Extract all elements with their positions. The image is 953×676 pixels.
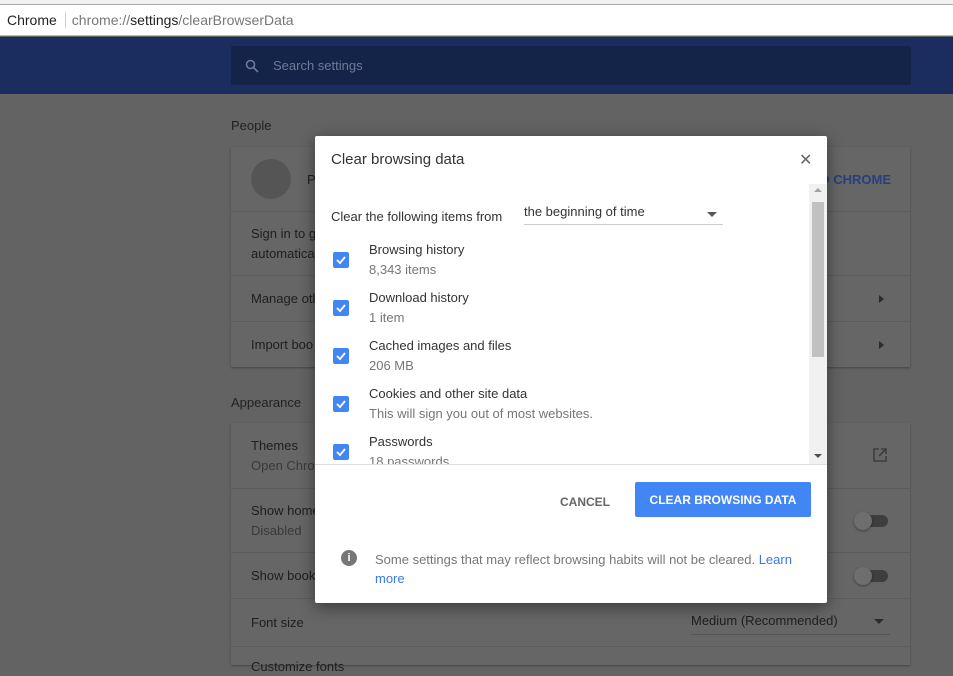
avatar xyxy=(251,159,291,199)
site-chip: Chrome xyxy=(7,12,66,28)
customize-fonts-row[interactable]: Customize fonts xyxy=(231,646,910,676)
item-label: Browsing history xyxy=(369,242,465,257)
checkbox-checked[interactable] xyxy=(333,300,349,316)
bookmarks-toggle[interactable] xyxy=(854,567,888,585)
item-sub: This will sign you out of most websites. xyxy=(369,406,593,421)
check-icon xyxy=(336,304,346,313)
checkbox-item-browsing-history[interactable]: Browsing history 8,343 items xyxy=(315,242,805,290)
arrow-right-icon xyxy=(879,341,884,349)
item-sub: 206 MB xyxy=(369,358,414,373)
check-icon xyxy=(336,400,346,409)
section-title-appearance: Appearance xyxy=(231,395,302,410)
note-text: Some settings that may reflect browsing … xyxy=(375,552,756,567)
address-bar[interactable]: Chrome chrome://settings/clearBrowserDat… xyxy=(0,5,953,36)
time-range-select[interactable]: the beginning of time xyxy=(524,204,723,225)
scroll-down-icon[interactable] xyxy=(814,454,822,458)
dialog-scrollbar[interactable] xyxy=(809,184,827,464)
cancel-button[interactable]: CANCEL xyxy=(547,485,623,519)
info-icon: i xyxy=(341,550,357,566)
dialog-title: Clear browsing data xyxy=(331,151,465,168)
url-text[interactable]: chrome://settings/clearBrowserData xyxy=(72,12,294,28)
checkbox-checked[interactable] xyxy=(333,348,349,364)
search-input[interactable]: Search settings xyxy=(231,46,911,85)
checkbox-item-passwords[interactable]: Passwords 18 passwords xyxy=(315,434,805,465)
font-size-select[interactable]: Medium (Recommended) xyxy=(691,613,890,635)
arrow-right-icon xyxy=(879,295,884,303)
section-title-people: People xyxy=(231,118,272,133)
item-label: Cached images and files xyxy=(369,338,512,353)
scroll-thumb[interactable] xyxy=(812,202,824,357)
check-icon xyxy=(336,256,346,265)
scroll-up-icon[interactable] xyxy=(814,188,822,192)
dialog-body: Clear the following items from the begin… xyxy=(315,182,827,465)
url-scheme: chrome:// xyxy=(71,12,131,28)
check-icon xyxy=(336,448,346,457)
checkbox-item-download-history[interactable]: Download history 1 item xyxy=(315,290,805,338)
clear-browsing-data-button[interactable]: CLEAR BROWSING DATA xyxy=(635,482,811,517)
sign-in-button[interactable]: O CHROME xyxy=(820,172,892,187)
row-text: Customize fonts xyxy=(251,659,345,674)
url-path: /clearBrowserData xyxy=(178,12,294,28)
checkbox-item-cached-images[interactable]: Cached images and files 206 MB xyxy=(315,338,805,386)
external-link-icon[interactable] xyxy=(872,447,888,463)
item-label: Passwords xyxy=(369,434,433,449)
dropdown-arrow-icon xyxy=(707,212,717,217)
time-range-label: Clear the following items from xyxy=(331,209,503,224)
dialog-footer-note: Some settings that may reflect browsing … xyxy=(375,550,815,588)
checkbox-checked[interactable] xyxy=(333,252,349,268)
item-sub: 1 item xyxy=(369,310,405,325)
item-sub: 8,343 items xyxy=(369,262,437,277)
item-label: Download history xyxy=(369,290,469,305)
checkbox-checked[interactable] xyxy=(333,396,349,412)
url-host: settings xyxy=(130,12,179,28)
checkbox-checked[interactable] xyxy=(333,444,349,460)
close-icon[interactable]: ✕ xyxy=(799,150,812,170)
item-sub: 18 passwords xyxy=(369,454,450,465)
font-size-row: Font size Medium (Recommended) xyxy=(231,598,910,646)
select-value: Medium (Recommended) xyxy=(691,613,838,628)
checkbox-item-cookies[interactable]: Cookies and other site data This will sig… xyxy=(315,386,805,434)
home-toggle[interactable] xyxy=(854,512,888,530)
search-icon xyxy=(245,59,259,73)
select-value: the beginning of time xyxy=(524,204,645,219)
clear-browsing-data-dialog: Clear browsing data ✕ Clear the followin… xyxy=(315,136,827,603)
item-label: Cookies and other site data xyxy=(369,386,528,401)
check-icon xyxy=(336,352,346,361)
dropdown-arrow-icon xyxy=(874,619,884,624)
search-placeholder: Search settings xyxy=(273,58,363,73)
